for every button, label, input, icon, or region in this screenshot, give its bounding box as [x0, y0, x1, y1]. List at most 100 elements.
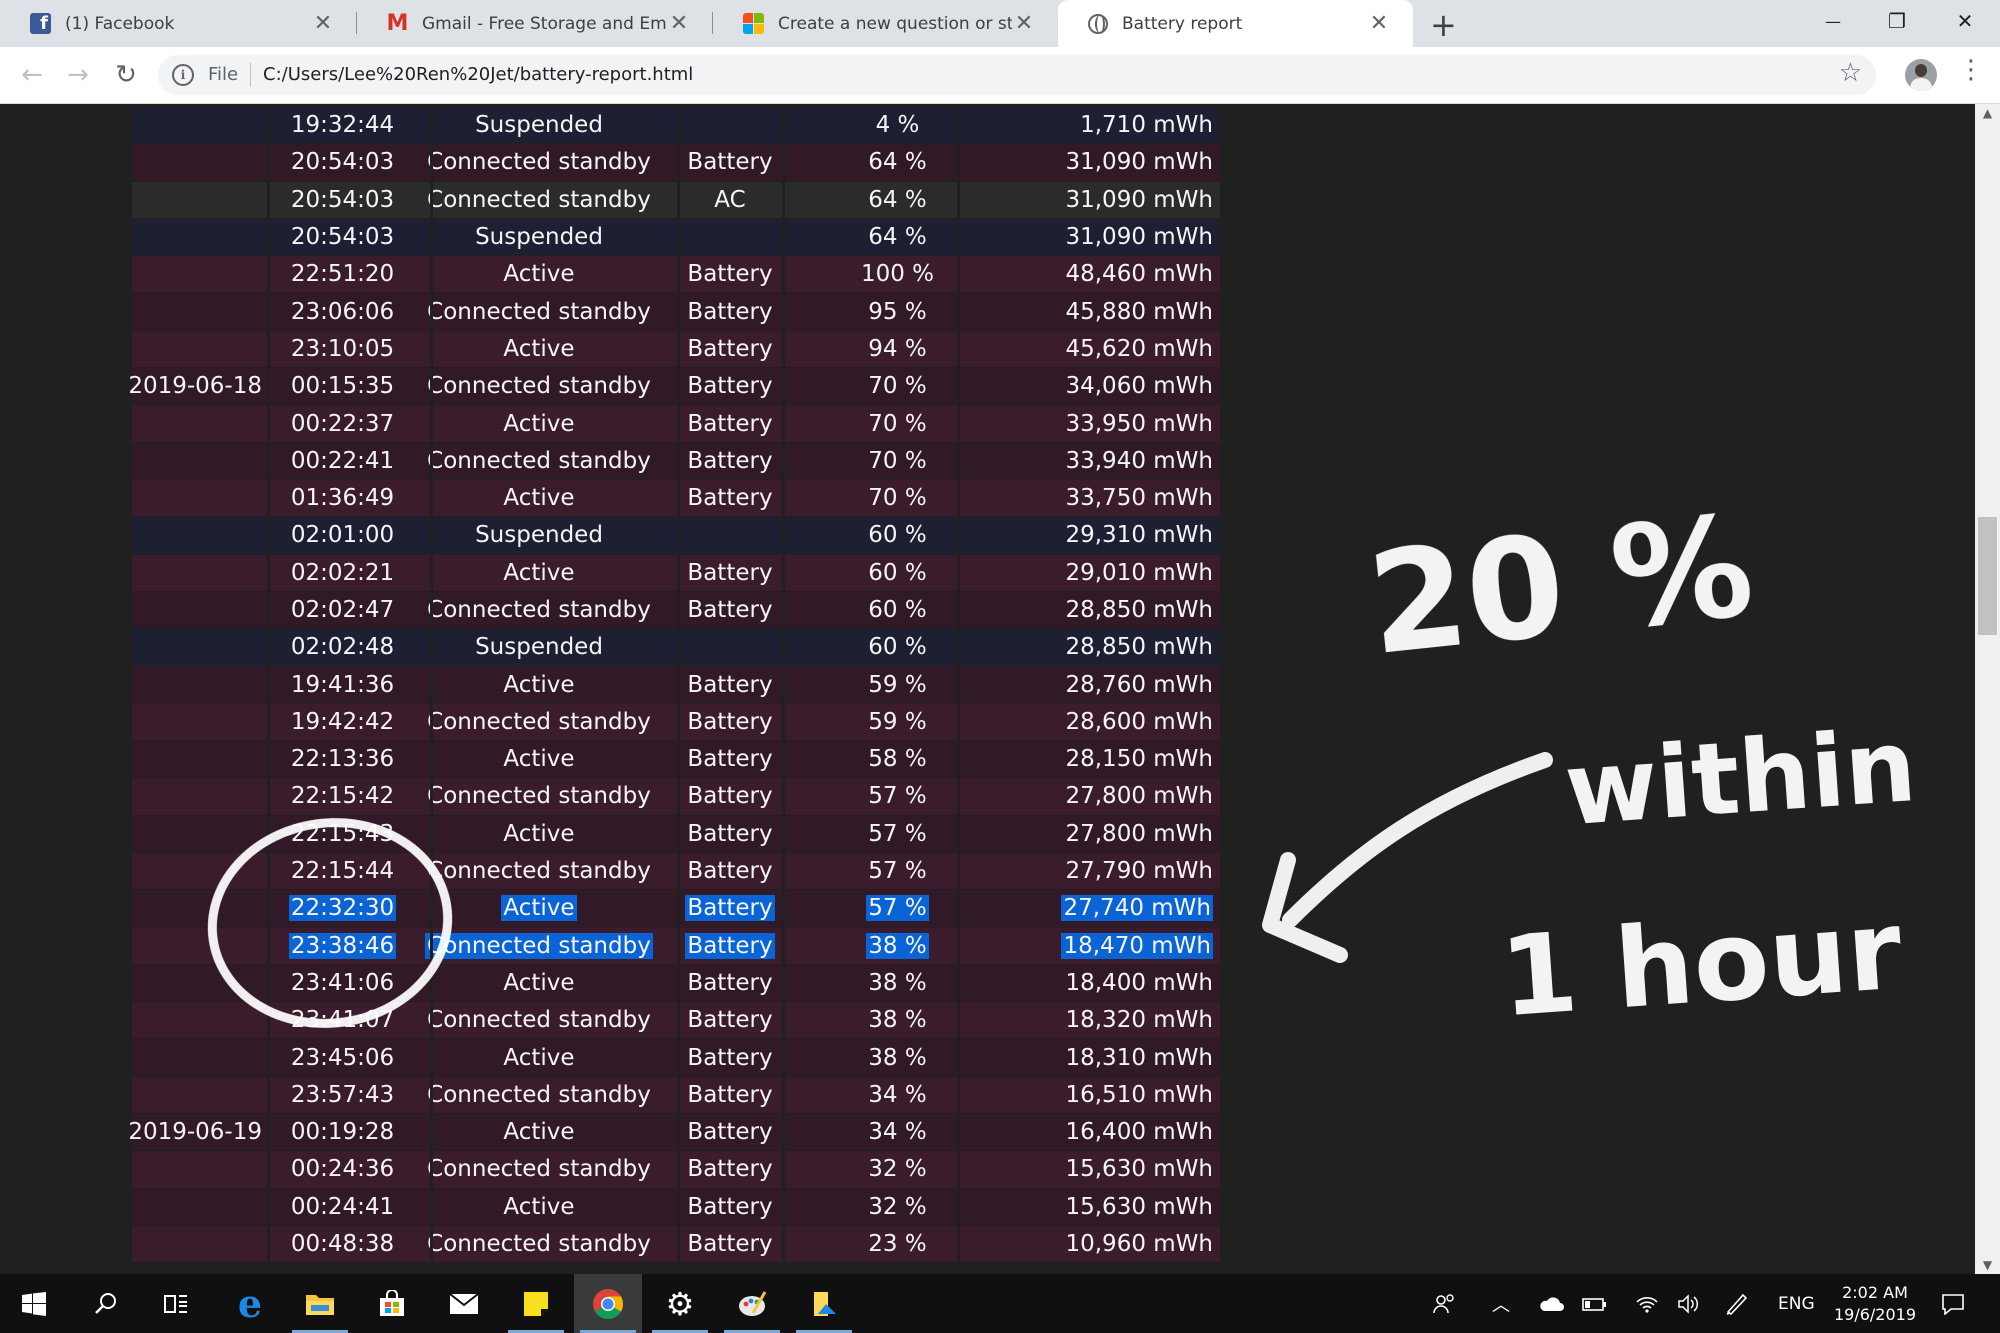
tab-close-button[interactable]: ✕ — [1367, 11, 1391, 36]
vertical-scrollbar[interactable]: ▲ ▼ — [1975, 104, 2000, 1274]
info-icon[interactable]: i — [172, 64, 194, 86]
cell-state-text: Active — [503, 1119, 575, 1146]
scroll-up-arrow[interactable]: ▲ — [1975, 106, 2000, 120]
column-divider — [267, 927, 270, 964]
profile-avatar[interactable] — [1905, 59, 1937, 91]
column-divider — [782, 852, 785, 890]
restore-button[interactable]: ❐ — [1865, 0, 1929, 42]
tab-microsoft-question[interactable]: Create a new question or start a discuss… — [713, 0, 1058, 47]
edge-icon[interactable]: e — [216, 1274, 284, 1333]
mail-icon[interactable] — [430, 1274, 498, 1333]
cell-source-text: Battery — [687, 708, 773, 735]
cell-percent-text: 64 % — [868, 224, 927, 251]
tab-gmail[interactable]: M Gmail - Free Storage and Email from Go… — [357, 0, 713, 47]
cell-state-text: Connected standby — [427, 783, 651, 810]
sticky-notes-icon[interactable] — [502, 1274, 570, 1333]
column-divider — [267, 703, 270, 741]
close-window-button[interactable]: ✕ — [1933, 0, 1997, 42]
tab-facebook[interactable]: f (1) Facebook ✕ — [0, 0, 357, 47]
cell-time-text: 23:45:06 — [290, 1044, 395, 1071]
system-clock[interactable]: 2:02 AM 19/6/2019 — [1820, 1282, 1930, 1326]
scrollbar-thumb[interactable] — [1978, 517, 1997, 635]
language-indicator[interactable]: ENG — [1778, 1274, 1815, 1333]
cell-date — [132, 965, 262, 1001]
reload-button[interactable]: ↻ — [108, 57, 144, 93]
table-row: 22:15:42 Connected standby Battery 57 % 27,8… — [132, 778, 1220, 816]
cell-source: Battery — [680, 1226, 780, 1262]
battery-icon[interactable] — [1580, 1274, 1610, 1333]
cell-source: Battery — [680, 368, 780, 404]
pen-workspace-icon[interactable] — [1722, 1274, 1752, 1333]
table-row: 20:54:03 Connected standby AC 64 % 31,090 mW… — [132, 181, 1220, 219]
cell-date — [132, 293, 262, 329]
column-divider — [267, 629, 270, 666]
tab-battery-report[interactable]: Battery report ✕ — [1058, 0, 1413, 47]
onedrive-icon[interactable] — [1536, 1274, 1566, 1333]
cell-source — [680, 517, 780, 553]
minimize-button[interactable]: — — [1801, 0, 1865, 42]
column-divider — [677, 554, 680, 591]
cell-capacity: 16,510 mWh — [962, 1077, 1213, 1113]
tab-close-button[interactable]: ✕ — [667, 11, 691, 36]
column-divider — [957, 1039, 960, 1076]
notifications-icon[interactable] — [1938, 1274, 1968, 1333]
bookmark-star-icon[interactable]: ☆ — [1839, 58, 1862, 88]
cell-time-text: 00:22:41 — [290, 447, 395, 474]
cell-state: Active — [434, 480, 644, 516]
store-icon[interactable] — [358, 1274, 426, 1333]
new-tab-button[interactable]: + — [1430, 6, 1457, 44]
people-icon[interactable] — [1430, 1274, 1460, 1333]
cell-source-text: Battery — [687, 298, 773, 325]
cell-time-text: 23:41:07 — [290, 1007, 395, 1034]
column-divider — [430, 479, 433, 517]
volume-icon[interactable] — [1674, 1274, 1704, 1333]
cell-percent-text: 34 % — [868, 1119, 927, 1146]
task-view-icon[interactable] — [142, 1274, 210, 1333]
address-bar[interactable]: i File C:/Users/Lee%20Ren%20Jet/battery-… — [158, 55, 1876, 95]
cell-date: 2019-06-18 — [128, 368, 262, 404]
paint-icon[interactable] — [718, 1274, 786, 1333]
table-row: 01:36:49 Active Battery 70 % 33,750 mWh — [132, 479, 1220, 518]
url-text[interactable]: C:/Users/Lee%20Ren%20Jet/battery-report.… — [263, 64, 693, 85]
cell-state: Connected standby — [427, 1002, 651, 1038]
tab-title: (1) Facebook — [65, 13, 175, 34]
back-button[interactable]: ← — [14, 57, 50, 93]
settings-icon[interactable]: ⚙ — [646, 1274, 714, 1333]
browser-menu-icon[interactable]: ⋮ — [1958, 55, 1984, 85]
cell-state-text: Suspended — [475, 224, 603, 251]
cell-date — [132, 741, 262, 777]
cell-capacity: 45,880 mWh — [962, 293, 1213, 329]
photos-icon[interactable] — [790, 1274, 858, 1333]
forward-button[interactable]: → — [60, 57, 96, 93]
file-explorer-icon[interactable] — [286, 1274, 354, 1333]
column-divider — [677, 1151, 680, 1188]
cell-time: 22:13:36 — [270, 741, 415, 777]
cell-capacity-text: 28,850 mWh — [1065, 597, 1213, 623]
column-divider — [430, 293, 433, 330]
column-divider — [430, 741, 433, 778]
cell-time: 22:15:44 — [270, 853, 415, 889]
start-icon[interactable] — [0, 1274, 68, 1333]
tab-close-button[interactable]: ✕ — [311, 11, 335, 36]
cell-source-text: Battery — [687, 1007, 773, 1034]
table-row: 02:01:00 Suspended 60 % 29,310 mWh — [132, 517, 1220, 555]
cell-date — [132, 144, 262, 180]
tab-close-button[interactable]: ✕ — [1012, 11, 1036, 36]
table-row: 23:41:06 Active Battery 38 % 18,400 mWh — [132, 964, 1220, 1003]
scroll-down-arrow[interactable]: ▼ — [1975, 1258, 2000, 1272]
cell-time-text: 22:15:42 — [290, 783, 395, 810]
chrome-icon[interactable] — [574, 1274, 642, 1333]
cell-time-text: 00:19:28 — [290, 1119, 395, 1146]
cell-source: Battery — [680, 331, 780, 367]
show-hidden-icons-chevron-icon[interactable]: ︿ — [1488, 1274, 1514, 1333]
column-divider — [957, 629, 960, 666]
column-divider — [782, 778, 785, 815]
globe-icon — [1088, 13, 1108, 34]
wifi-icon[interactable] — [1632, 1274, 1662, 1333]
battery-report-page: 19:32:44 Suspended 4 % 1,710 mWh 20:54:03 Con… — [0, 104, 1978, 1274]
cell-date — [132, 890, 262, 926]
cell-source-text: Battery — [687, 783, 773, 810]
search-icon[interactable] — [72, 1274, 140, 1333]
column-divider — [957, 517, 960, 554]
cell-source: Battery — [680, 1039, 780, 1075]
